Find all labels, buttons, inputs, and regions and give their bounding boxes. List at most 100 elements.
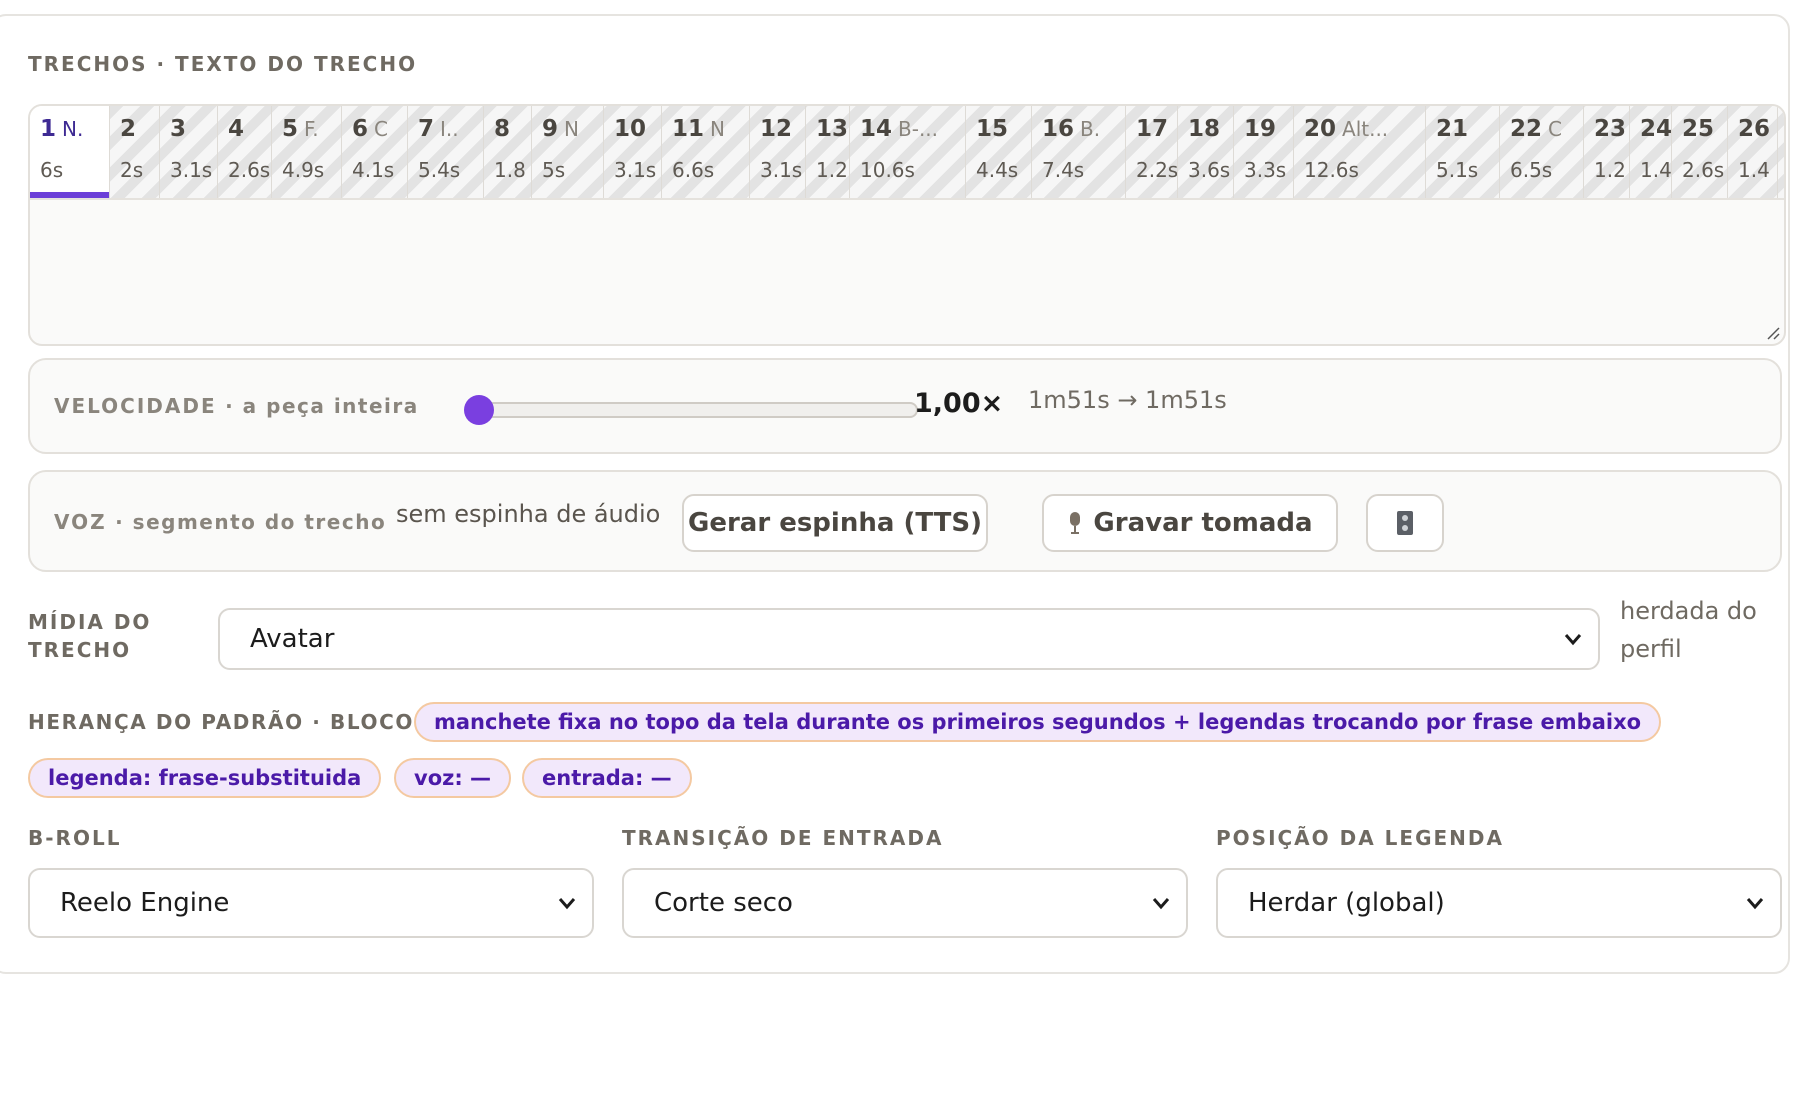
segment-tab-label: F. <box>304 117 319 141</box>
segment-tab-heading: 1 N. <box>40 116 83 142</box>
segment-tab-duration: 3.6s <box>1188 158 1231 182</box>
segment-tab-duration: 6s <box>40 158 64 182</box>
segment-tab-number: 5 <box>282 116 299 142</box>
segment-tab-duration: 3.1s <box>614 158 657 182</box>
segment-tab[interactable]: 14 B-... 10.6s <box>850 106 966 198</box>
resize-handle-icon[interactable] <box>1766 326 1780 340</box>
segment-tab[interactable]: 22 C 6.5s <box>1500 106 1584 198</box>
segment-tab-number: 1 <box>40 116 57 142</box>
segment-tab-number: 20 <box>1304 116 1337 142</box>
segment-tab-duration: 1.2 <box>816 158 848 182</box>
segment-tab-number: 6 <box>352 116 369 142</box>
segment-tab-heading: 16 B. <box>1042 116 1100 142</box>
segment-tab-number: 8 <box>494 116 511 142</box>
segment-tab-duration: 5s <box>542 158 566 182</box>
segment-tab-number: 24 <box>1640 116 1672 142</box>
segment-tab[interactable]: 17 2.2s <box>1126 106 1178 198</box>
segment-tab[interactable]: 26 1.4 <box>1728 106 1778 198</box>
segment-tab-number: 12 <box>760 116 793 142</box>
segment-tab[interactable]: 21 5.1s <box>1426 106 1500 198</box>
voice-label: VOZ · segmento do trecho <box>54 510 387 534</box>
segment-tab[interactable]: 3 3.1s <box>160 106 218 198</box>
chevron-down-icon <box>1746 898 1764 910</box>
record-take-button[interactable]: Gravar tomada <box>1042 494 1338 552</box>
segment-tab-label: N <box>710 117 725 141</box>
segment-tab[interactable]: 23 1.2 <box>1584 106 1630 198</box>
segment-tab-number: 11 <box>672 116 705 142</box>
segment-tab-number: 17 <box>1136 116 1169 142</box>
segment-tab[interactable]: 16 B. 7.4s <box>1032 106 1126 198</box>
segment-tab[interactable]: 19 3.3s <box>1234 106 1294 198</box>
segment-tab-number: 10 <box>614 116 647 142</box>
segment-tab-duration: 4.9s <box>282 158 325 182</box>
segment-tab-number: 4 <box>228 116 245 142</box>
segment-tab-strip: 1 N. 6s 2 2s 3 3.1s 4 2.6s 5 F. 4.9s 6 C 4.1s 7 I.. 5.4s 8… <box>30 106 1784 200</box>
segment-tab[interactable]: 6 C 4.1s <box>342 106 408 198</box>
transition-select[interactable]: Corte seco <box>622 868 1188 938</box>
segment-tab-number: 26 <box>1738 116 1771 142</box>
segment-tab-duration: 2.2s <box>1136 158 1178 182</box>
speed-value: 1,00× <box>914 388 1004 419</box>
segment-tab-number: 3 <box>170 116 187 142</box>
active-tab-indicator <box>30 192 109 198</box>
segment-tab[interactable]: 12 3.1s <box>750 106 806 198</box>
segment-tab[interactable]: 13 1.2 <box>806 106 850 198</box>
segment-tab[interactable]: 15 4.4s <box>966 106 1032 198</box>
segment-tab[interactable]: 10 3.1s <box>604 106 662 198</box>
segment-tab-duration: 1.2 <box>1594 158 1626 182</box>
segment-tab-label: C <box>374 117 388 141</box>
segments-section-label: TRECHOS · TEXTO DO TRECHO <box>28 52 418 76</box>
segment-text-box: 1 N. 6s 2 2s 3 3.1s 4 2.6s 5 F. 4.9s 6 C 4.1s 7 I.. 5.4s 8… <box>28 104 1786 346</box>
segment-tab-duration: 12.6s <box>1304 158 1359 182</box>
segment-tab[interactable]: 20 Alt... 12.6s <box>1294 106 1426 198</box>
media-label: MÍDIA DO TRECHO <box>28 610 152 662</box>
media-inherited-note: herdada do perfil <box>1620 597 1757 663</box>
segment-tab[interactable]: 5 F. 4.9s <box>272 106 342 198</box>
microphone-icon <box>1070 512 1081 534</box>
generate-tts-button[interactable]: Gerar espinha (TTS) <box>682 494 988 552</box>
segment-tab[interactable]: 8 1.8 <box>484 106 532 198</box>
segment-tab[interactable]: 7 I.. 5.4s <box>408 106 484 198</box>
segment-tab-label: B-... <box>898 117 939 141</box>
speed-slider-thumb[interactable] <box>464 395 494 425</box>
segment-tab-label: Alt... <box>1342 117 1389 141</box>
segment-tab[interactable]: 18 3.6s <box>1178 106 1234 198</box>
segment-tab-duration: 4.4s <box>976 158 1019 182</box>
audio-mixer-button[interactable] <box>1366 494 1444 552</box>
segment-tab-duration: 5.4s <box>418 158 461 182</box>
segment-tab-number: 21 <box>1436 116 1469 142</box>
segment-tab-number: 23 <box>1594 116 1627 142</box>
segment-tab-heading: 5 F. <box>282 116 319 142</box>
segment-tab[interactable]: 24 1.4 <box>1630 106 1672 198</box>
segment-tab-duration: 1.4 <box>1640 158 1672 182</box>
segment-tab-heading: 7 I.. <box>418 116 459 142</box>
segment-tab-label: N. <box>62 117 84 141</box>
segment-tab-number: 13 <box>816 116 849 142</box>
segment-text-area[interactable] <box>30 200 1784 340</box>
segment-tab[interactable]: 9 N 5s <box>532 106 604 198</box>
segment-tab-number: 15 <box>976 116 1009 142</box>
caption-position-select[interactable]: Herdar (global) <box>1216 868 1782 938</box>
segment-tab[interactable]: 4 2.6s <box>218 106 272 198</box>
segment-tab-number: 7 <box>418 116 435 142</box>
segment-tab-number: 18 <box>1188 116 1221 142</box>
duration-change: 1m51s → 1m51s <box>1028 386 1227 414</box>
media-select[interactable]: Avatar <box>218 608 1600 670</box>
inheritance-chip-caption: legenda: frase-substituida <box>28 758 382 798</box>
segment-tab-duration: 3.1s <box>760 158 803 182</box>
chevron-down-icon <box>558 898 576 910</box>
segment-tab[interactable]: 25 2.6s <box>1672 106 1728 198</box>
segment-tab-number: 19 <box>1244 116 1277 142</box>
broll-select[interactable]: Reelo Engine <box>28 868 594 938</box>
segment-tab-label: B. <box>1080 117 1101 141</box>
segment-tab[interactable]: 2 2s <box>110 106 160 198</box>
segment-tab-number: 2 <box>120 116 137 142</box>
segment-tab[interactable]: 1 N. 6s <box>30 106 110 198</box>
inheritance-label: HERANÇA DO PADRÃO · BLOCO 1 <box>28 710 439 734</box>
segment-tab-number: 16 <box>1042 116 1075 142</box>
mixer-icon <box>1397 511 1413 535</box>
segment-tab[interactable]: 11 N 6.6s <box>662 106 750 198</box>
segment-tab-duration: 5.1s <box>1436 158 1479 182</box>
speed-slider[interactable] <box>464 395 918 425</box>
segment-tab-label: C <box>1548 117 1562 141</box>
